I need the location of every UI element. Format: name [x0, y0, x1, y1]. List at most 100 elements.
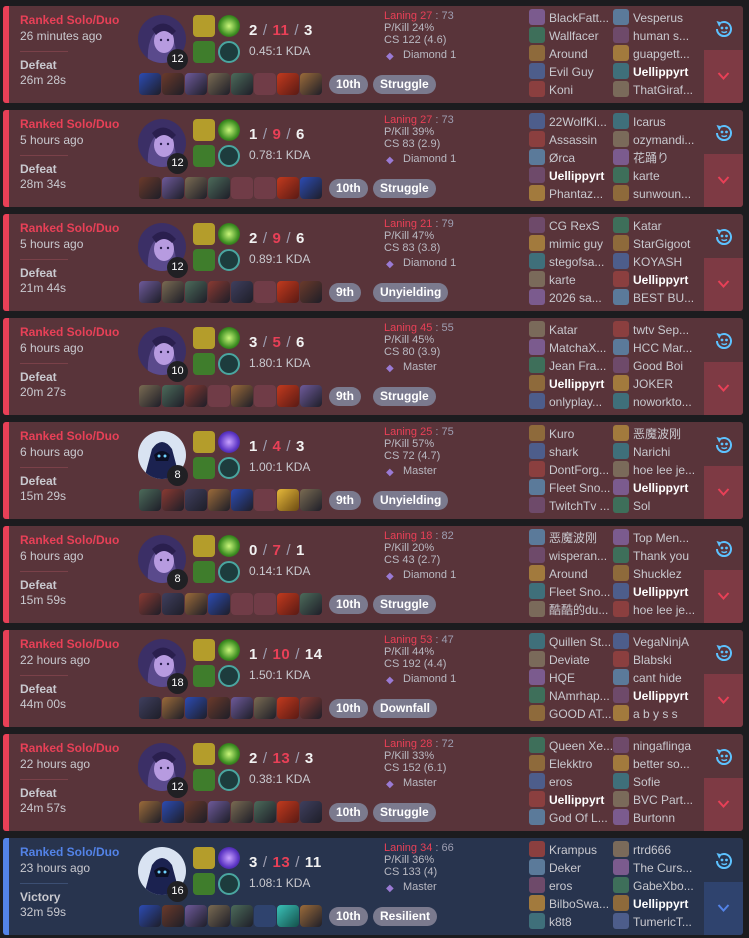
participant[interactable]: ozymandi... — [613, 131, 697, 149]
participant[interactable]: Krampus — [529, 841, 613, 859]
item-icon[interactable] — [162, 281, 184, 303]
participant[interactable]: hoe lee je... — [613, 601, 697, 619]
item-icon[interactable] — [185, 697, 207, 719]
replay-button[interactable] — [704, 630, 743, 674]
summoner-name[interactable]: JOKER — [633, 377, 673, 391]
item-icon[interactable] — [139, 905, 161, 927]
participant[interactable]: Vesperus — [613, 9, 697, 27]
item-icon[interactable] — [208, 801, 230, 823]
secondary-spell-icon[interactable] — [193, 769, 215, 791]
summoner-name[interactable]: Icarus — [633, 115, 666, 129]
summoner-name[interactable]: Evil Guy — [549, 65, 594, 79]
participant[interactable]: 酷酷的du... — [529, 601, 613, 619]
replay-button[interactable] — [704, 6, 743, 50]
participant[interactable]: 22WolfKi... — [529, 113, 613, 131]
summoner-name[interactable]: stegofsa... — [549, 255, 604, 269]
summoner-name[interactable]: The Curs... — [633, 861, 692, 875]
participant[interactable]: 2026 sa... — [529, 289, 613, 307]
summoner-name[interactable]: TumericT... — [633, 915, 692, 929]
summoner-name[interactable]: Uellippyrt — [549, 793, 604, 807]
summoner-name[interactable]: Queen Xe... — [549, 739, 613, 753]
summoner-name[interactable]: BEST BU... — [633, 291, 694, 305]
participant[interactable]: MatchaX... — [529, 339, 613, 357]
secondary-rune-icon[interactable] — [218, 873, 240, 895]
participant[interactable]: better so... — [613, 755, 697, 773]
summoner-name[interactable]: Deker — [549, 861, 581, 875]
summoner-name[interactable]: StarGigoot — [633, 237, 690, 251]
match-card[interactable]: Ranked Solo/Duo 6 hours ago Defeat 15m 5… — [3, 526, 743, 623]
summoner-name[interactable]: noworkto... — [633, 395, 692, 409]
item-icon[interactable] — [300, 801, 322, 823]
participant[interactable]: ThatGiraf... — [613, 81, 697, 99]
participant[interactable]: karte — [529, 271, 613, 289]
participant[interactable]: NAmrhap... — [529, 687, 613, 705]
summoner-name[interactable]: Assassin — [549, 133, 597, 147]
replay-button[interactable] — [704, 422, 743, 466]
item-icon[interactable] — [300, 73, 322, 95]
participant[interactable]: BilboSwa... — [529, 895, 613, 913]
participant[interactable]: a b y s s — [613, 705, 697, 723]
participant[interactable]: Narichi — [613, 443, 697, 461]
secondary-spell-icon[interactable] — [193, 145, 215, 167]
summoner-name[interactable]: Top Men... — [633, 531, 689, 545]
participant[interactable]: Uellippyrt — [613, 583, 697, 601]
secondary-spell-icon[interactable] — [193, 41, 215, 63]
expand-details-button[interactable] — [704, 362, 743, 415]
summoner-name[interactable]: 恶魔波刚 — [633, 427, 681, 441]
item-icon[interactable] — [139, 281, 161, 303]
secondary-spell-icon[interactable] — [193, 561, 215, 583]
summoner-name[interactable]: hoe lee je... — [633, 463, 695, 477]
participant[interactable]: Wallfacer — [529, 27, 613, 45]
match-card[interactable]: Ranked Solo/Duo 5 hours ago Defeat 28m 3… — [3, 110, 743, 207]
summoner-name[interactable]: Narichi — [633, 445, 670, 459]
item-icon[interactable] — [162, 177, 184, 199]
summoner-name[interactable]: karte — [549, 273, 576, 287]
participant[interactable]: GabeXbo... — [613, 877, 697, 895]
summoner-name[interactable]: better so... — [633, 757, 690, 771]
summoner-name[interactable]: God Of L... — [549, 811, 608, 825]
summoner-name[interactable]: Uellippyrt — [633, 585, 688, 599]
summoner-name[interactable]: Deviate — [549, 653, 590, 667]
item-icon[interactable] — [162, 697, 184, 719]
participant[interactable]: sunwoun... — [613, 185, 697, 203]
ward-trinket-icon[interactable] — [277, 801, 299, 823]
summoner-name[interactable]: Uellippyrt — [633, 481, 688, 495]
summoner-name[interactable]: Uellippyrt — [549, 377, 604, 391]
summoner-name[interactable]: ozymandi... — [633, 133, 694, 147]
summoner-name[interactable]: CG RexS — [549, 219, 600, 233]
ward-trinket-icon[interactable] — [277, 385, 299, 407]
summoner-name[interactable]: eros — [549, 775, 572, 789]
replay-button[interactable] — [704, 838, 743, 882]
replay-button[interactable] — [704, 214, 743, 258]
summoner-name[interactable]: hoe lee je... — [633, 603, 695, 617]
item-icon[interactable] — [139, 489, 161, 511]
flash-spell-icon[interactable] — [193, 535, 215, 557]
ward-trinket-icon[interactable] — [277, 73, 299, 95]
participant[interactable]: Koni — [529, 81, 613, 99]
expand-details-button[interactable] — [704, 154, 743, 207]
item-icon[interactable] — [162, 385, 184, 407]
item-icon[interactable] — [139, 697, 161, 719]
summoner-name[interactable]: VegaNinjA — [633, 635, 689, 649]
item-icon[interactable] — [185, 489, 207, 511]
flash-spell-icon[interactable] — [193, 847, 215, 869]
item-icon[interactable] — [231, 385, 253, 407]
participant[interactable]: HCC Mar... — [613, 339, 697, 357]
item-icon[interactable] — [254, 697, 276, 719]
item-icon[interactable] — [254, 801, 276, 823]
flash-spell-icon[interactable] — [193, 639, 215, 661]
participant[interactable]: guapgett... — [613, 45, 697, 63]
match-card[interactable]: Ranked Solo/Duo 6 hours ago Defeat 20m 2… — [3, 318, 743, 415]
participant[interactable]: BVC Part... — [613, 791, 697, 809]
participant[interactable]: onlyplay... — [529, 393, 613, 411]
secondary-spell-icon[interactable] — [193, 457, 215, 479]
participant[interactable]: Uellippyrt — [529, 791, 613, 809]
summoner-name[interactable]: 酷酷的du... — [549, 603, 608, 617]
expand-details-button[interactable] — [704, 466, 743, 519]
summoner-name[interactable]: 2026 sa... — [549, 291, 602, 305]
participant[interactable]: Assassin — [529, 131, 613, 149]
participant[interactable]: Around — [529, 565, 613, 583]
participant[interactable]: Katar — [529, 321, 613, 339]
item-icon[interactable] — [231, 281, 253, 303]
ward-trinket-icon[interactable] — [277, 593, 299, 615]
